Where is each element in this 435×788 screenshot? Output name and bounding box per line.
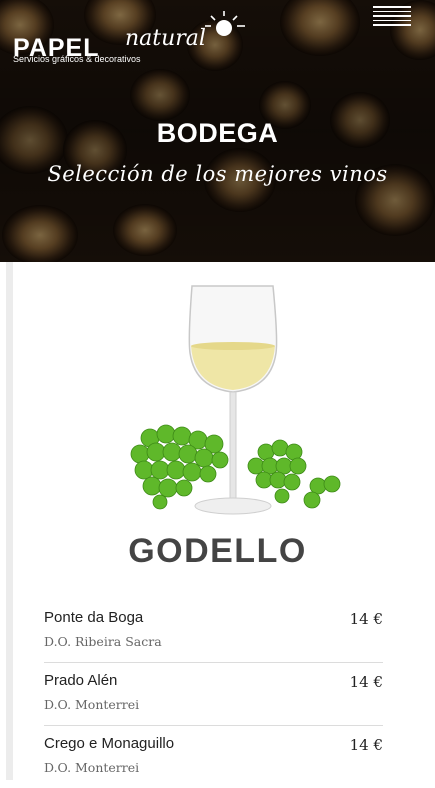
- wine-name: Ponte da Boga: [44, 609, 144, 626]
- wine-price: 14 €: [349, 736, 383, 754]
- wine-name: Prado Alén: [44, 672, 118, 689]
- hamburger-menu-icon[interactable]: [373, 6, 411, 28]
- wine-price: 14 €: [349, 610, 383, 628]
- wine-item[interactable]: Prado Alén 14 € D.O. Monterrei: [44, 663, 383, 726]
- wine-list: Ponte da Boga 14 € D.O. Ribeira Sacra Pr…: [44, 600, 383, 788]
- brand-tagline: Servicios gráficos & decorativos: [13, 54, 141, 64]
- wine-price: 14 €: [349, 673, 383, 691]
- wine-item[interactable]: Crego e Monaguillo 14 € D.O. Monterrei: [44, 726, 383, 788]
- hero-banner: PAPEL natural Servicios gráficos & decor…: [0, 0, 435, 262]
- left-divider: [6, 262, 13, 780]
- wine-origin: D.O. Monterrei: [44, 697, 140, 712]
- sun-icon: [205, 11, 245, 36]
- wine-origin: D.O. Monterrei: [44, 760, 140, 775]
- category-title: GODELLO: [128, 532, 307, 570]
- page-subtitle: Selección de los mejores vinos: [47, 162, 388, 186]
- page-title: BODEGA: [156, 118, 279, 148]
- wine-name: Crego e Monaguillo: [44, 735, 175, 752]
- brand-logo[interactable]: PAPEL natural Servicios gráficos & decor…: [13, 10, 245, 70]
- wine-origin: D.O. Ribeira Sacra: [44, 634, 162, 649]
- brand-name-secondary: natural: [125, 26, 206, 51]
- white-wine-glass-with-grapes: [130, 285, 341, 515]
- wine-item[interactable]: Ponte da Boga 14 € D.O. Ribeira Sacra: [44, 600, 383, 663]
